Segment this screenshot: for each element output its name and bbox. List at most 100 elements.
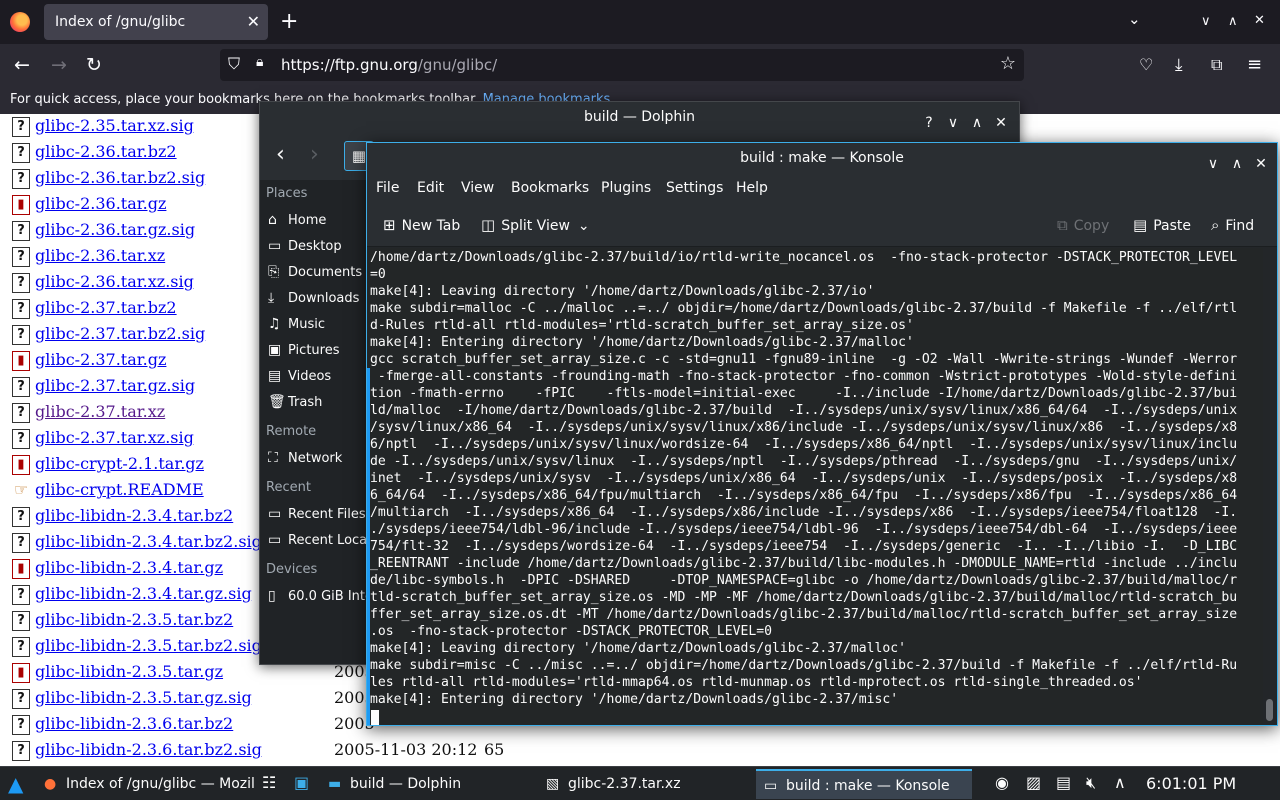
pocket-icon[interactable]: ♡ <box>1139 53 1153 77</box>
menu-view[interactable]: View <box>461 180 494 196</box>
file-link[interactable]: glibc-2.37.tar.xz.sig <box>35 428 194 447</box>
minimize-icon[interactable]: ∨ <box>1201 14 1211 29</box>
file-link[interactable]: glibc-crypt.README <box>35 480 204 499</box>
file-link[interactable]: glibc-libidn-2.3.5.tar.gz.sig <box>35 688 252 707</box>
maximize-icon[interactable]: ∧ <box>1228 14 1238 29</box>
forward-arrow-icon[interactable]: → <box>51 53 67 77</box>
menu-help[interactable]: Help <box>736 180 768 196</box>
window-close-icon[interactable]: ✕ <box>1254 13 1265 28</box>
file-link[interactable]: glibc-libidn-2.3.6.tar.bz2.sig <box>35 740 262 759</box>
file-link[interactable]: glibc-libidn-2.3.6.tar.bz2 <box>35 714 233 733</box>
place-trash[interactable]: 🗑︎ Trash <box>268 390 366 414</box>
place-network[interactable]: ⛶ Network <box>268 446 366 470</box>
file-link[interactable]: glibc-2.36.tar.xz.sig <box>35 272 194 291</box>
clock[interactable]: 6:01:01 PM <box>1146 767 1236 800</box>
task-firefox[interactable]: ● Index of /gnu/glibc — Mozil... <box>36 769 254 799</box>
terminal-view[interactable]: /home/dartz/Downloads/glibc-2.37/build/i… <box>367 248 1263 725</box>
dolphin-title-bar[interactable]: build — Dolphin ? ∨ ∧ ✕ <box>260 102 1019 132</box>
file-link[interactable]: glibc-libidn-2.3.4.tar.gz.sig <box>35 584 252 603</box>
back-chevron-icon[interactable]: ‹ <box>276 142 285 167</box>
place-recent-locations[interactable]: ▭ Recent Loca <box>268 528 366 552</box>
terminal-cursor <box>371 710 379 725</box>
konsole-window: build : make — Konsole ∨ ∧ ✕ File Edit Vie… <box>366 142 1278 726</box>
file-link[interactable]: glibc-libidn-2.3.4.tar.gz <box>35 558 223 577</box>
compressed-file-icon: ▮ <box>12 195 30 215</box>
file-link[interactable]: glibc-2.36.tar.bz2 <box>35 142 177 161</box>
task-ark[interactable]: ▧ glibc-2.37.tar.xz <box>538 769 752 799</box>
firefox-logo-icon[interactable] <box>10 12 30 32</box>
file-link[interactable]: glibc-libidn-2.3.5.tar.bz2.sig <box>35 636 262 655</box>
split-view-label: Split View <box>501 218 570 234</box>
file-link[interactable]: glibc-libidn-2.3.4.tar.bz2.sig <box>35 532 262 551</box>
screenshot-icon[interactable]: ▨ <box>1026 773 1041 792</box>
file-link[interactable]: glibc-2.37.tar.gz <box>35 350 166 369</box>
shield-icon[interactable]: ⛉ <box>228 54 240 74</box>
place-music[interactable]: ♫ Music <box>268 312 366 336</box>
file-link[interactable]: glibc-crypt-2.1.tar.gz <box>35 454 204 473</box>
copy-button[interactable]: ⧉ Copy <box>1057 216 1109 234</box>
file-link[interactable]: glibc-2.37.tar.xz <box>35 402 165 421</box>
file-link[interactable]: glibc-2.37.tar.gz.sig <box>35 376 195 395</box>
system-settings-icon[interactable]: ☷ <box>262 773 276 792</box>
file-link[interactable]: glibc-2.36.tar.bz2.sig <box>35 168 205 187</box>
device-internal-drive[interactable]: ▯ 60.0 GiB Inte <box>268 584 366 608</box>
file-link[interactable]: glibc-2.37.tar.bz2.sig <box>35 324 205 343</box>
volume-muted-icon[interactable]: 🔇︎ <box>1086 773 1096 793</box>
lock-icon[interactable]: 🔒︎ <box>256 54 263 70</box>
file-link[interactable]: glibc-2.35.tar.xz.sig <box>35 116 194 135</box>
paste-button[interactable]: ▤ Paste <box>1133 216 1191 234</box>
search-icon: ⌕ <box>1211 216 1220 234</box>
downloads-icon[interactable]: ⤓ <box>1175 53 1183 77</box>
app-launcher-icon[interactable]: ▲ <box>8 772 23 796</box>
place-pictures[interactable]: ▣ Pictures <box>268 338 366 362</box>
task-dolphin[interactable]: ▬ build — Dolphin <box>320 769 534 799</box>
bookmark-star-icon[interactable]: ☆ <box>1000 53 1016 74</box>
extensions-icon[interactable]: ⧉ <box>1211 53 1222 77</box>
klipper-icon[interactable]: ◉ <box>995 773 1009 792</box>
menu-settings[interactable]: Settings <box>666 180 723 196</box>
hamburger-menu-icon[interactable]: ≡ <box>1247 53 1262 77</box>
back-arrow-icon[interactable]: ← <box>14 53 30 77</box>
place-label: Network <box>288 451 343 466</box>
clipboard-icon[interactable]: ▤ <box>1056 773 1071 792</box>
menu-plugins[interactable]: Plugins <box>601 180 651 196</box>
file-link[interactable]: glibc-libidn-2.3.5.tar.gz <box>35 662 223 681</box>
place-documents[interactable]: ⎘ Documents <box>268 260 366 284</box>
copy-label: Copy <box>1073 218 1110 234</box>
find-button[interactable]: ⌕ Find <box>1211 216 1254 234</box>
unknown-file-icon: ? <box>12 221 30 241</box>
tray-expand-chevron-icon[interactable]: ∧ <box>1114 773 1126 792</box>
reload-icon[interactable]: ↻ <box>86 53 102 77</box>
file-link[interactable]: glibc-libidn-2.3.5.tar.bz2 <box>35 610 233 629</box>
unknown-file-icon: ? <box>12 117 30 137</box>
place-home[interactable]: ⌂ Home <box>268 208 366 232</box>
task-konsole[interactable]: ▭ build : make — Konsole <box>756 769 972 799</box>
split-view-button[interactable]: ◫ Split View ⌄ <box>481 216 590 234</box>
file-link[interactable]: glibc-2.36.tar.gz.sig <box>35 220 195 239</box>
place-desktop[interactable]: ▭ Desktop <box>268 234 366 258</box>
menu-edit[interactable]: Edit <box>417 180 444 196</box>
browser-tab[interactable]: Index of /gnu/glibc ✕ <box>44 4 268 40</box>
place-downloads[interactable]: ⤓ Downloads <box>268 286 366 310</box>
terminal-scrollbar[interactable] <box>1263 248 1277 725</box>
file-link[interactable]: glibc-libidn-2.3.4.tar.bz2 <box>35 506 233 525</box>
discover-icon[interactable]: ▣ <box>294 773 309 792</box>
place-recent-files[interactable]: ▭ Recent Files <box>268 502 366 526</box>
new-tab-plus-icon[interactable]: + <box>280 9 298 35</box>
new-tab-button[interactable]: ⊞ New Tab <box>383 216 460 234</box>
forward-chevron-icon[interactable]: › <box>310 142 319 167</box>
menu-file[interactable]: File <box>376 180 399 196</box>
place-videos[interactable]: ▤ Videos <box>268 364 366 388</box>
url-text[interactable]: https://ftp.gnu.org/gnu/glibc/ <box>281 49 497 81</box>
list-all-tabs-chevron-icon[interactable]: ⌄ <box>1128 10 1141 28</box>
file-link[interactable]: glibc-2.37.tar.bz2 <box>35 298 177 317</box>
url-bar[interactable]: ⛉ 🔒︎ https://ftp.gnu.org/gnu/glibc/ ☆ <box>220 49 1024 81</box>
file-link[interactable]: glibc-2.36.tar.xz <box>35 246 165 265</box>
tab-close-icon[interactable]: ✕ <box>247 4 260 40</box>
menu-bookmarks[interactable]: Bookmarks <box>511 180 589 196</box>
scrollbar-thumb[interactable] <box>1266 699 1273 721</box>
konsole-title-bar[interactable]: build : make — Konsole ∨ ∧ ✕ <box>367 143 1277 173</box>
task-label: build — Dolphin <box>350 776 462 792</box>
file-link[interactable]: glibc-2.36.tar.gz <box>35 194 166 213</box>
new-tab-icon: ⊞ <box>383 216 396 234</box>
